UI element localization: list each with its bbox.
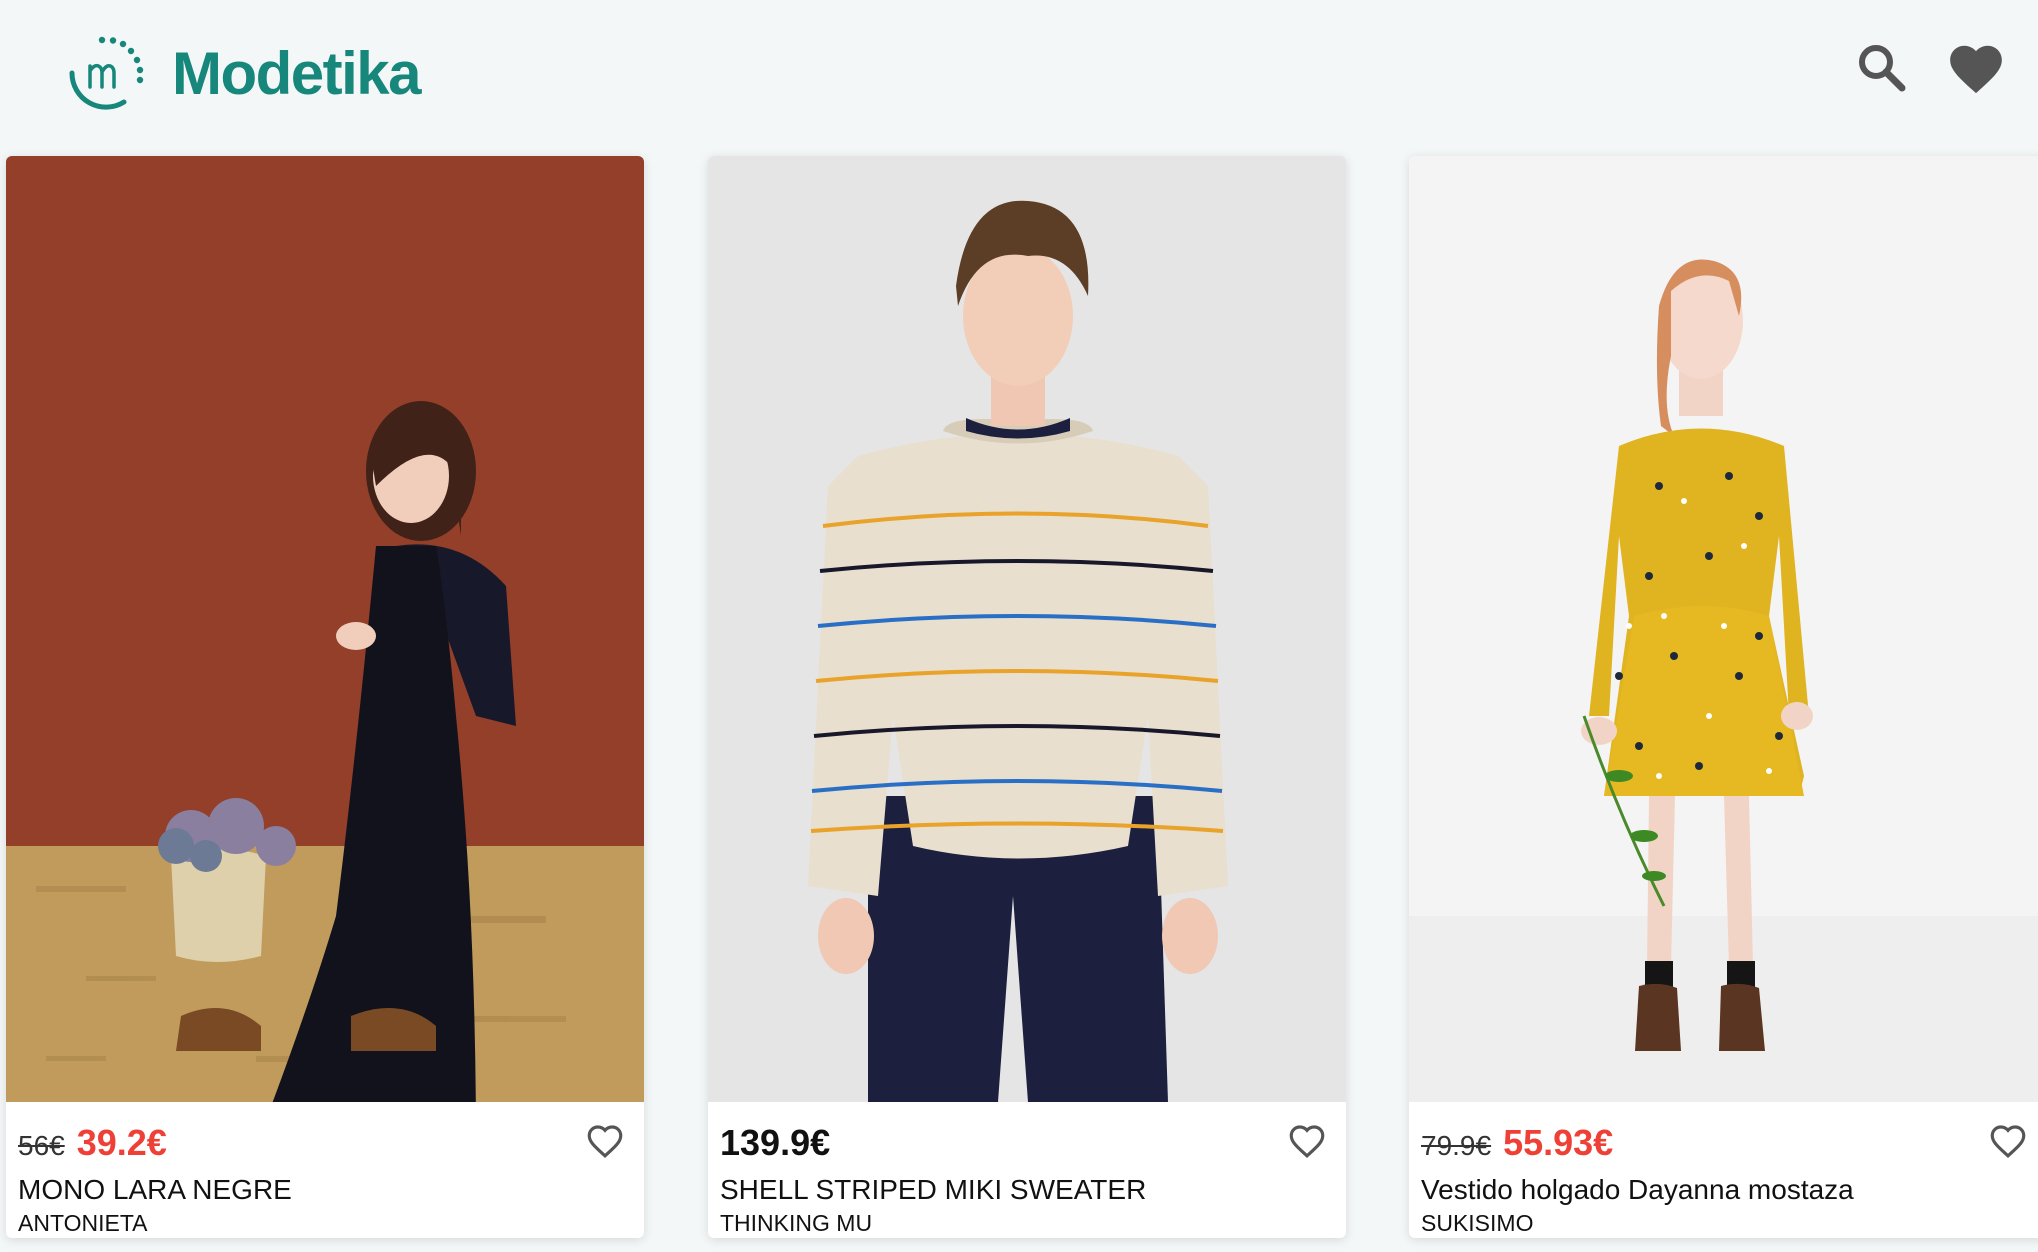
product-image[interactable] <box>6 156 644 1102</box>
product-card[interactable]: 139.9€ SHELL STRIPED MIKI SWEATER THINKI… <box>708 156 1346 1238</box>
product-info: 79.9€ 55.93€ Vestido holgado Dayanna mos… <box>1409 1102 2038 1238</box>
heart-outline-icon[interactable] <box>1284 1120 1330 1162</box>
product-name[interactable]: SHELL STRIPED MIKI SWEATER <box>720 1174 1146 1206</box>
product-brand: ANTONIETA <box>18 1210 148 1236</box>
price-block: 139.9€ <box>720 1122 830 1164</box>
product-grid: 56€ 39.2€ MONO LARA NEGRE ANTONIETA 139.… <box>0 0 2038 1252</box>
product-image[interactable] <box>1409 156 2038 1102</box>
product-name[interactable]: Vestido holgado Dayanna mostaza <box>1421 1174 1854 1206</box>
original-price: 56€ <box>18 1130 65 1161</box>
product-brand: SUKISIMO <box>1421 1210 1534 1236</box>
product-info: 139.9€ SHELL STRIPED MIKI SWEATER THINKI… <box>708 1102 1346 1238</box>
product-photo-dress-icon <box>6 156 644 1102</box>
product-photo-yellow-dress-icon <box>1409 156 2038 1102</box>
product-info: 56€ 39.2€ MONO LARA NEGRE ANTONIETA <box>6 1102 644 1238</box>
product-brand: THINKING MU <box>720 1210 873 1236</box>
product-card[interactable]: 56€ 39.2€ MONO LARA NEGRE ANTONIETA <box>6 156 644 1238</box>
sale-price: 39.2€ <box>76 1122 167 1163</box>
product-photo-sweater-icon <box>708 156 1346 1102</box>
product-card[interactable]: 79.9€ 55.93€ Vestido holgado Dayanna mos… <box>1409 156 2038 1238</box>
heart-outline-icon[interactable] <box>1985 1120 2031 1162</box>
price-block: 79.9€ 55.93€ <box>1421 1122 1613 1164</box>
price-block: 56€ 39.2€ <box>18 1122 167 1164</box>
sale-price: 55.93€ <box>1503 1122 1614 1163</box>
current-price: 139.9€ <box>720 1122 831 1163</box>
heart-outline-icon[interactable] <box>582 1120 628 1162</box>
product-image[interactable] <box>708 156 1346 1102</box>
original-price: 79.9€ <box>1421 1130 1492 1161</box>
product-name[interactable]: MONO LARA NEGRE <box>18 1174 292 1206</box>
